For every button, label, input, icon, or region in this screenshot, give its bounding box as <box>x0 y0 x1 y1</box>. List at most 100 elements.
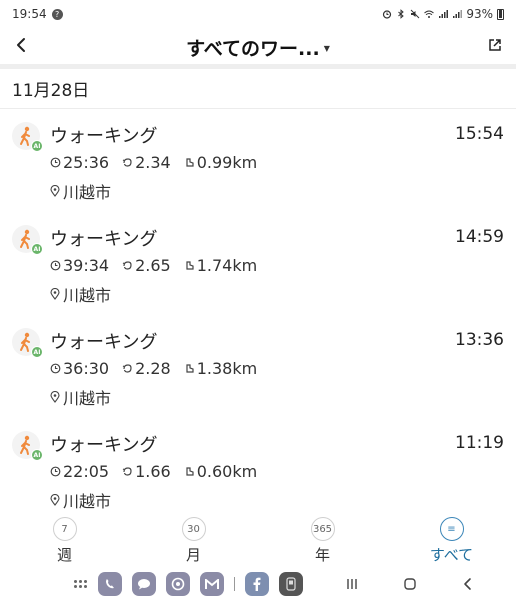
app-drawer-icon[interactable] <box>72 576 88 592</box>
chrome-app-icon[interactable] <box>166 572 190 596</box>
workout-title: ウォーキング <box>50 435 158 456</box>
bluetooth-icon <box>398 9 405 19</box>
location-value: 川越市 <box>63 286 112 305</box>
duration-value: 39:34 <box>63 256 110 275</box>
workout-stats: 36:30 2.28 1.38km <box>50 359 270 378</box>
tab-week[interactable]: 7 週 <box>0 514 129 568</box>
system-back-button[interactable] <box>453 572 483 596</box>
title-dropdown[interactable]: すべてのワー... ▼ <box>186 34 330 61</box>
ai-badge: AI <box>31 140 43 152</box>
duration-value: 36:30 <box>63 359 110 378</box>
location-value: 川越市 <box>63 389 112 408</box>
location-value: 川越市 <box>63 183 112 202</box>
calories-stat: 1.66 <box>122 462 171 481</box>
recent-apps-icon <box>347 579 357 589</box>
messages-app-icon[interactable] <box>132 572 156 596</box>
tab-label: 年 <box>314 546 330 564</box>
flame-icon <box>122 364 132 373</box>
distance-stat: 1.38km <box>184 359 257 378</box>
duration-value: 25:36 <box>63 153 110 172</box>
flame-icon <box>122 467 132 476</box>
flame-icon <box>122 158 132 167</box>
calories-stat: 2.34 <box>122 153 171 172</box>
distance-value: 0.99km <box>196 153 258 172</box>
recent-apps-button[interactable] <box>337 572 367 596</box>
clock-icon <box>50 466 61 477</box>
caret-down-icon: ▼ <box>323 43 330 53</box>
back-chevron-icon <box>464 578 471 590</box>
workout-item[interactable]: AI ウォーキング 11:19 22:05 1.66 0.60km 川越市 <box>0 419 516 522</box>
distance-stat: 0.60km <box>184 462 257 481</box>
calendar-month-icon: 30 <box>181 517 206 541</box>
calories-stat: 2.65 <box>122 256 171 275</box>
period-tab-bar: 7 週 30 月 365 年 ≡ すべて <box>0 514 516 568</box>
workout-title: ウォーキング <box>50 332 158 353</box>
location-pin-icon <box>50 391 60 403</box>
system-nav-bar <box>0 568 516 600</box>
flame-icon <box>122 261 132 270</box>
phone-app-icon[interactable] <box>98 572 122 596</box>
location-pin-icon <box>50 185 60 197</box>
shoe-icon <box>186 467 194 476</box>
duration-value: 22:05 <box>63 462 110 481</box>
workout-stats: 39:34 2.65 1.74km <box>50 256 270 275</box>
home-button[interactable] <box>395 572 425 596</box>
calories-value: 2.34 <box>135 153 171 172</box>
ai-badge: AI <box>31 243 43 255</box>
signal-icon-2 <box>453 10 463 18</box>
workout-location: 川越市 <box>50 282 111 306</box>
workout-stats: 22:05 1.66 0.60km <box>50 462 270 481</box>
tab-label: 月 <box>185 546 201 564</box>
calendar-year-icon: 365 <box>310 517 335 541</box>
pay-app-icon[interactable] <box>279 572 303 596</box>
back-button[interactable] <box>8 32 34 58</box>
location-value: 川越市 <box>63 492 112 511</box>
workout-time: 14:59 <box>455 227 504 247</box>
workout-item[interactable]: AI ウォーキング 15:54 25:36 2.34 0.99km 川越市 <box>0 110 516 213</box>
workout-time: 15:54 <box>455 124 504 144</box>
workout-item[interactable]: AI ウォーキング 14:59 39:34 2.65 1.74km 川越市 <box>0 213 516 316</box>
notification-icon: ? <box>51 8 63 20</box>
calendar-week-icon: 7 <box>52 517 77 541</box>
ai-badge: AI <box>31 449 43 461</box>
workout-location: 川越市 <box>50 385 111 409</box>
external-link-icon <box>489 39 501 51</box>
workout-time: 13:36 <box>455 330 504 350</box>
signal-icon <box>439 10 449 18</box>
calories-value: 2.28 <box>135 359 171 378</box>
clock-icon <box>50 363 61 374</box>
duration-stat: 39:34 <box>50 256 109 275</box>
battery-percent: 93% <box>466 7 493 21</box>
duration-stat: 22:05 <box>50 462 109 481</box>
tab-label: 週 <box>56 546 72 564</box>
duration-stat: 36:30 <box>50 359 109 378</box>
share-button[interactable] <box>482 32 508 58</box>
tab-year[interactable]: 365 年 <box>258 514 387 568</box>
status-bar: 19:54 ? 93% <box>0 0 516 28</box>
calories-value: 1.66 <box>135 462 171 481</box>
workout-title: ウォーキング <box>50 229 158 250</box>
list-icon: ≡ <box>439 517 464 541</box>
workout-item[interactable]: AI ウォーキング 13:36 36:30 2.28 1.38km 川越市 <box>0 316 516 419</box>
walking-person-icon: AI <box>12 122 43 152</box>
tab-month[interactable]: 30 月 <box>129 514 258 568</box>
distance-value: 1.38km <box>196 359 258 378</box>
status-right: 93% <box>382 7 504 21</box>
distance-stat: 0.99km <box>184 153 257 172</box>
chevron-left-icon <box>17 38 25 52</box>
gmail-app-icon[interactable] <box>200 572 224 596</box>
facebook-app-icon[interactable] <box>245 572 269 596</box>
nav-separator <box>234 577 235 591</box>
workout-location: 川越市 <box>50 488 111 512</box>
location-pin-icon <box>50 494 60 506</box>
walking-person-icon: AI <box>12 328 43 358</box>
walking-person-icon: AI <box>12 431 43 461</box>
page-title: すべてのワー... <box>186 37 320 60</box>
calories-stat: 2.28 <box>122 359 171 378</box>
workout-title: ウォーキング <box>50 126 158 147</box>
workout-list: AI ウォーキング 15:54 25:36 2.34 0.99km 川越市 AI… <box>0 110 516 522</box>
mute-icon <box>410 9 420 19</box>
shoe-icon <box>186 158 194 167</box>
tab-all[interactable]: ≡ すべて <box>387 514 516 568</box>
home-icon <box>404 578 416 590</box>
